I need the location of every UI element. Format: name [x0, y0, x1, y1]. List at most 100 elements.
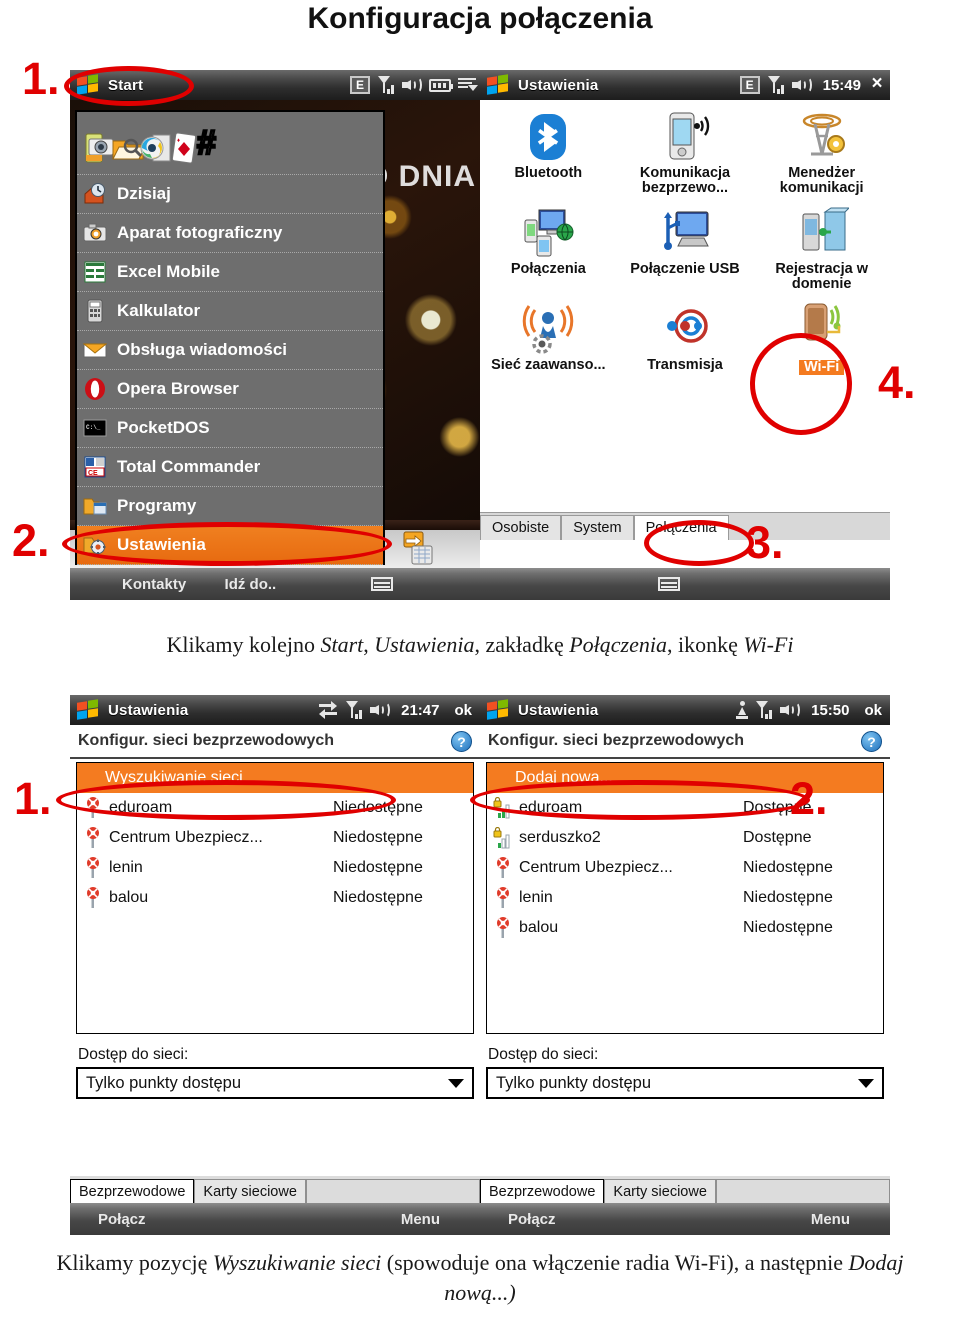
caption1-mid3: , ikonkę [666, 632, 744, 657]
comm-manager-icon [795, 110, 849, 164]
menu-icon[interactable] [458, 77, 478, 93]
help-icon[interactable]: ? [451, 730, 472, 752]
speaker-icon[interactable] [402, 76, 422, 94]
caption-step-2: Klikamy pozycję Wyszukiwanie sieci (spow… [0, 1248, 960, 1308]
tab-system[interactable]: System [561, 515, 634, 540]
settings-item-bluetooth[interactable]: Bluetooth [480, 106, 617, 202]
tab-bezprzewodowe[interactable]: Bezprzewodowe [70, 1179, 195, 1203]
tab-karty-sieciowe[interactable]: Karty sieciowe [194, 1179, 306, 1203]
chevron-down-icon[interactable] [448, 1078, 464, 1088]
caption1-prefix: Klikamy kolejno [166, 632, 321, 657]
start-menu-item[interactable]: Aparat fotograficzny [77, 214, 383, 253]
start-menu-item-label: Dzisiaj [117, 184, 171, 203]
chevron-down-icon[interactable] [858, 1078, 874, 1088]
network-access-dropdown[interactable]: Tylko punkty dostępu [76, 1067, 474, 1099]
envelope-icon [82, 338, 108, 362]
battery-icon[interactable] [429, 78, 453, 92]
speaker-icon[interactable] [370, 701, 391, 719]
windows-logo-icon[interactable] [76, 699, 102, 720]
settings-item-advanced-network[interactable]: Sieć zaawanso... [480, 298, 617, 382]
settings-item-connections[interactable]: Połączenia [480, 202, 617, 298]
camera-icon [83, 221, 107, 245]
clock: 21:47 [401, 701, 440, 719]
clock: 15:49 [822, 76, 861, 94]
start-menu-item[interactable]: C:\_ PocketDOS [77, 409, 383, 448]
ok-button[interactable]: ok [864, 702, 882, 719]
media-player-icon[interactable] [139, 131, 171, 162]
settings-item-usb-connection[interactable]: Połączenie USB [617, 202, 754, 298]
network-name: serduszko2 [519, 829, 601, 846]
help-icon[interactable]: ? [861, 730, 882, 752]
start-menu-item[interactable]: Dzisiaj [77, 175, 383, 214]
settings-title: Ustawienia [518, 76, 599, 94]
list-item[interactable]: balou Niedostępne [487, 913, 883, 943]
settings-item-beam[interactable]: Transmisja [617, 298, 754, 382]
list-item[interactable]: Centrum Ubezpiecz... Niedostępne [487, 853, 883, 883]
keyboard-icon[interactable] [370, 577, 393, 591]
hash-icon[interactable]: # [195, 123, 229, 164]
annotation-number-1b: 1. [14, 773, 52, 824]
windows-logo-icon[interactable] [486, 699, 512, 720]
keyboard-icon[interactable] [657, 577, 680, 591]
settings-item-label: Połączenia [510, 261, 586, 277]
access-label: Dostęp do sieci: [78, 1046, 189, 1063]
network-name: lenin [519, 889, 553, 906]
sync-icon[interactable] [318, 701, 338, 719]
windows-logo-icon[interactable] [486, 74, 512, 95]
page-title: Konfiguracja połączenia [307, 2, 653, 35]
list-item[interactable]: balou Niedostępne [77, 883, 473, 913]
wifi-right-softkey-bar: Połącz Menu [480, 1203, 890, 1235]
unavailable-network-icon [493, 857, 513, 879]
camera-icon[interactable] [83, 131, 114, 163]
person-icon[interactable] [736, 701, 749, 719]
e-icon[interactable]: E [739, 76, 760, 94]
list-item[interactable]: lenin Niedostępne [487, 883, 883, 913]
page-root: Konfiguracja połączenia D DNIA Start E ♦… [0, 0, 960, 1319]
start-menu-item-label: Aparat fotograficzny [117, 223, 283, 242]
file-explorer-icon[interactable] [111, 131, 146, 160]
start-menu-item[interactable]: CE Total Commander [77, 448, 383, 487]
network-status: Niedostępne [333, 859, 423, 876]
settings-item-comm-manager[interactable]: Menedżer komunikacji [753, 106, 890, 202]
svg-text:C:\_: C:\_ [86, 424, 101, 431]
signal-icon[interactable] [377, 76, 395, 94]
network-name: balou [109, 889, 149, 906]
start-menu-item[interactable]: Excel Mobile [77, 253, 383, 292]
ok-button[interactable]: ok [454, 702, 472, 719]
softkey-menu[interactable]: Menu [401, 1211, 440, 1228]
caption1-i2: Ustawienia [374, 632, 475, 657]
list-item[interactable]: serduszko2 Dostępne [487, 823, 883, 853]
start-menu-item[interactable]: Kalkulator [77, 292, 383, 331]
list-item[interactable]: lenin Niedostępne [77, 853, 473, 883]
network-access-dropdown[interactable]: Tylko punkty dostępu [486, 1067, 884, 1099]
unavailable-network-icon [493, 887, 513, 909]
softkey-connect[interactable]: Połącz [98, 1211, 146, 1228]
list-item[interactable]: Centrum Ubezpiecz... Niedostępne [77, 823, 473, 853]
speaker-icon[interactable] [780, 701, 801, 719]
network-access-value: Tylko punkty dostępu [496, 1073, 652, 1092]
settings-item-wireless-comm[interactable]: Komunikacja bezprzewo... [617, 106, 754, 202]
start-menu-item-label: Excel Mobile [117, 262, 220, 281]
tab-bezprzewodowe[interactable]: Bezprzewodowe [480, 1179, 605, 1203]
e-icon[interactable]: E [350, 76, 370, 94]
solitaire-icon[interactable]: ♦ [167, 131, 197, 164]
softkey-contacts[interactable]: Kontakty [122, 576, 186, 593]
softkey-menu[interactable]: Menu [811, 1211, 850, 1228]
start-menu-item[interactable]: Opera Browser [77, 370, 383, 409]
settings-item-domain-enroll[interactable]: Rejestracja w domenie [753, 202, 890, 298]
beam-icon [658, 302, 712, 356]
close-icon[interactable]: × [868, 74, 886, 94]
secure-available-network-icon [493, 826, 513, 849]
start-menu-item[interactable]: Programy [77, 487, 383, 526]
softkey-goto[interactable]: Idź do.. [225, 576, 277, 593]
softkey-connect[interactable]: Połącz [508, 1211, 556, 1228]
network-name: Centrum Ubezpiecz... [109, 829, 263, 846]
signal-icon[interactable] [767, 76, 785, 94]
tab-osobiste[interactable]: Osobiste [480, 515, 562, 540]
start-menu-item[interactable]: Obsługa wiadomości [77, 331, 383, 370]
wifi-right-tab-bar: Bezprzewodowe Karty sieciowe [480, 1176, 890, 1203]
tab-karty-sieciowe[interactable]: Karty sieciowe [604, 1179, 716, 1203]
speaker-icon[interactable] [791, 76, 812, 94]
signal-icon[interactable] [755, 701, 773, 719]
signal-icon[interactable] [345, 701, 363, 719]
